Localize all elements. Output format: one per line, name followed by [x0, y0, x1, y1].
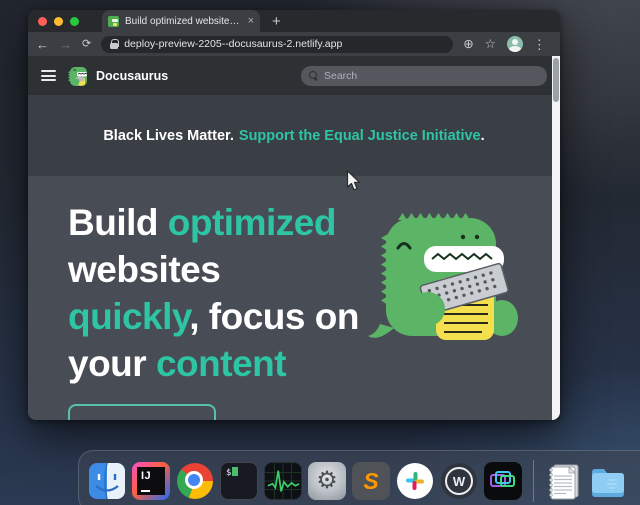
- docusaurus-favicon-icon: [108, 16, 119, 27]
- intellij-idea-icon[interactable]: IJ: [132, 462, 170, 500]
- mouse-cursor: [346, 170, 362, 192]
- gear-icon: ⚙: [316, 469, 338, 493]
- hero-title-segment: websites: [68, 249, 220, 290]
- new-tab-button[interactable]: +: [272, 14, 281, 29]
- tab-strip: Build optimized websites quick × +: [28, 10, 560, 32]
- sublime-text-icon[interactable]: S: [352, 462, 390, 500]
- announcement-suffix: .: [481, 128, 485, 144]
- announcement-link[interactable]: Support the Equal Justice Initiative: [239, 128, 481, 144]
- hero-title-segment: optimized: [168, 202, 336, 243]
- back-icon[interactable]: ←: [36, 38, 49, 51]
- desktop: Build optimized websites quick × + ← → ⟳…: [0, 0, 640, 505]
- finder-icon[interactable]: [88, 462, 126, 500]
- forward-icon[interactable]: →: [59, 38, 72, 51]
- address-bar[interactable]: deploy-preview-2205--docusaurus-2.netlif…: [101, 36, 453, 53]
- browser-tab[interactable]: Build optimized websites quick ×: [102, 10, 260, 32]
- hamburger-menu-icon[interactable]: [41, 70, 56, 81]
- dock-divider: [533, 460, 534, 502]
- hero-title-segment: content: [156, 343, 286, 384]
- brand-name[interactable]: Docusaurus: [96, 69, 168, 83]
- workplace-icon[interactable]: W: [441, 463, 477, 499]
- tab-close-icon[interactable]: ×: [248, 16, 254, 27]
- hero-title-segment: quickly: [68, 296, 189, 337]
- plus-circle-icon[interactable]: ⊕: [463, 38, 473, 51]
- downloads-folder-icon[interactable]: [589, 462, 627, 500]
- minimize-window-button[interactable]: [54, 17, 63, 26]
- scrollbar-thumb[interactable]: [553, 58, 559, 102]
- scrollbar-track[interactable]: [552, 56, 560, 420]
- activity-monitor-icon[interactable]: [264, 462, 302, 500]
- browser-toolbar: ← → ⟳ deploy-preview-2205--docusaurus-2.…: [28, 32, 560, 56]
- tab-title: Build optimized websites quick: [125, 16, 244, 27]
- search-input[interactable]: [301, 66, 547, 86]
- slack-icon[interactable]: [396, 462, 434, 500]
- screen-capture-icon[interactable]: [484, 462, 522, 500]
- dino-keyboard-illustration: [364, 206, 532, 348]
- browser-menu-icon[interactable]: ⋮: [533, 38, 546, 51]
- dock: IJ $ ⚙ S: [78, 450, 640, 505]
- announcement-bar: Black Lives Matter. Support the Equal Ju…: [28, 95, 560, 176]
- page-viewport: Docusaurus Black Lives Matter. Support t…: [28, 56, 560, 420]
- close-window-button[interactable]: [38, 17, 47, 26]
- terminal-icon[interactable]: $: [220, 462, 258, 500]
- hero-title: Build optimized websites quickly, focus on…: [68, 200, 398, 388]
- hero-title-segment: Build: [68, 202, 168, 243]
- bookmark-star-icon[interactable]: ☆: [485, 38, 496, 51]
- docusaurus-logo-icon[interactable]: [67, 65, 89, 87]
- chrome-icon[interactable]: [176, 462, 214, 500]
- reload-icon[interactable]: ⟳: [82, 39, 91, 50]
- get-started-button[interactable]: [68, 404, 216, 420]
- browser-window: Build optimized websites quick × + ← → ⟳…: [28, 10, 560, 420]
- hero-title-segment: , focus on: [189, 296, 359, 337]
- zoom-window-button[interactable]: [70, 17, 79, 26]
- system-preferences-icon[interactable]: ⚙: [308, 462, 346, 500]
- hero-title-segment: your: [68, 343, 156, 384]
- profile-avatar[interactable]: [507, 36, 523, 52]
- url-text: deploy-preview-2205--docusaurus-2.netlif…: [124, 38, 342, 50]
- hero-section: Build optimized websites quickly, focus on…: [28, 176, 560, 420]
- documents-stack-icon[interactable]: [545, 462, 583, 500]
- site-navbar: Docusaurus: [28, 56, 560, 95]
- lock-icon: [110, 39, 118, 49]
- search-box: [301, 66, 547, 86]
- announcement-text: Black Lives Matter.: [103, 128, 234, 144]
